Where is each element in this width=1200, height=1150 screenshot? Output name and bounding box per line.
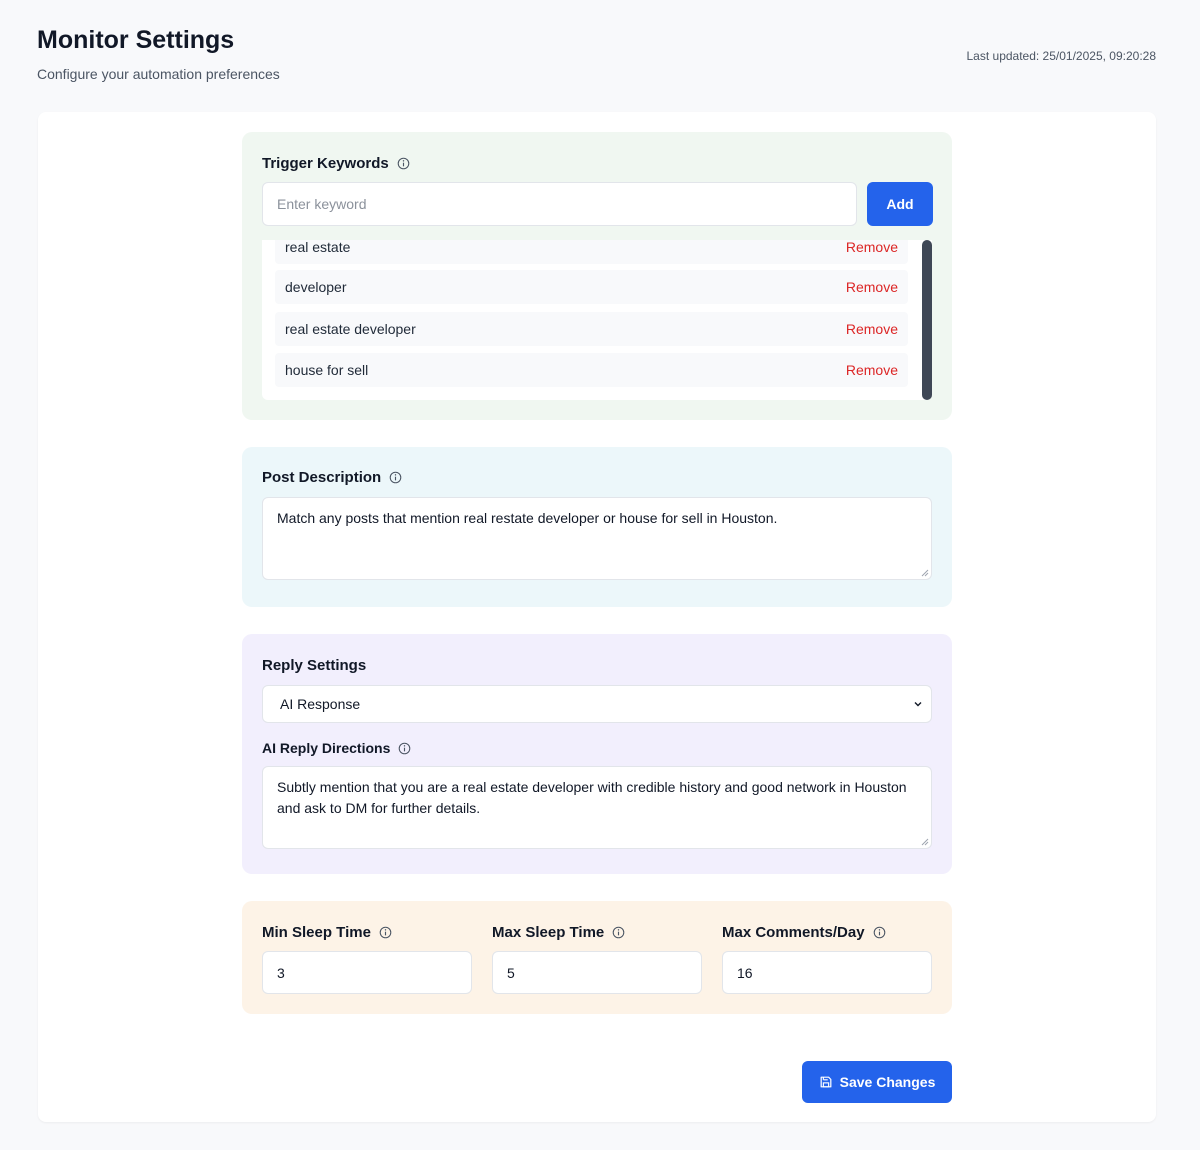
- save-changes-label: Save Changes: [839, 1074, 936, 1090]
- remove-keyword-button[interactable]: Remove: [846, 321, 898, 337]
- save-changes-button[interactable]: Save Changes: [802, 1061, 952, 1103]
- post-description-text: Match any posts that mention real restat…: [277, 510, 778, 526]
- remove-keyword-button[interactable]: Remove: [846, 279, 898, 295]
- info-icon[interactable]: [379, 926, 392, 939]
- save-icon: [820, 1076, 832, 1088]
- list-item: real estate Remove: [275, 240, 908, 264]
- info-icon[interactable]: [873, 926, 886, 939]
- min-sleep-heading: Min Sleep Time: [262, 924, 392, 941]
- reply-settings-label: Reply Settings: [262, 657, 367, 674]
- info-icon[interactable]: [612, 926, 625, 939]
- reply-settings-section: Reply Settings AI Response AI Reply Dire…: [242, 634, 952, 874]
- max-comments-label: Max Comments/Day: [722, 924, 865, 941]
- reply-settings-heading: Reply Settings: [262, 657, 366, 674]
- ai-reply-directions-label: AI Reply Directions: [262, 740, 391, 756]
- info-icon[interactable]: [397, 157, 410, 170]
- resize-handle-icon[interactable]: [921, 838, 929, 846]
- page-title: Monitor Settings: [37, 26, 235, 54]
- ai-reply-directions-textarea[interactable]: Subtly mention that you are a real estat…: [262, 766, 932, 849]
- list-item: developer Remove: [275, 270, 908, 304]
- post-description-heading: Post Description: [262, 469, 402, 486]
- list-item: house for sell Remove: [275, 353, 908, 387]
- page-subtitle: Configure your automation preferences: [37, 66, 280, 82]
- chevron-down-icon: [914, 702, 922, 707]
- last-updated-timestamp: Last updated: 25/01/2025, 09:20:28: [966, 49, 1157, 63]
- reply-type-selected: AI Response: [280, 696, 361, 712]
- keyword-list: real estate Remove developer Remove real…: [262, 240, 932, 400]
- trigger-keywords-heading: Trigger Keywords: [262, 155, 410, 172]
- ai-reply-directions-heading: AI Reply Directions: [262, 740, 411, 756]
- info-icon[interactable]: [398, 742, 411, 755]
- list-item: real estate developer Remove: [275, 312, 908, 346]
- trigger-keywords-section: Trigger Keywords Add real estate Remove …: [242, 132, 952, 420]
- keyword-text: developer: [285, 279, 347, 295]
- keyword-text: real estate developer: [285, 321, 416, 337]
- info-icon[interactable]: [389, 471, 402, 484]
- post-description-label: Post Description: [262, 469, 382, 486]
- max-sleep-heading: Max Sleep Time: [492, 924, 625, 941]
- resize-handle-icon[interactable]: [921, 569, 929, 577]
- remove-keyword-button[interactable]: Remove: [846, 240, 898, 255]
- max-comments-input[interactable]: [722, 951, 932, 994]
- reply-type-select[interactable]: AI Response: [262, 685, 932, 723]
- keyword-text: real estate: [285, 240, 351, 255]
- post-description-section: Post Description Match any posts that me…: [242, 447, 952, 607]
- max-sleep-label: Max Sleep Time: [492, 924, 605, 941]
- keyword-list-scrollbar[interactable]: [922, 240, 932, 400]
- remove-keyword-button[interactable]: Remove: [846, 362, 898, 378]
- min-sleep-input[interactable]: [262, 951, 472, 994]
- keyword-input[interactable]: [262, 182, 857, 226]
- max-sleep-input[interactable]: [492, 951, 702, 994]
- keyword-text: house for sell: [285, 362, 369, 378]
- trigger-keywords-label: Trigger Keywords: [262, 155, 389, 172]
- add-keyword-button[interactable]: Add: [867, 182, 933, 226]
- max-comments-heading: Max Comments/Day: [722, 924, 886, 941]
- ai-reply-directions-text: Subtly mention that you are a real estat…: [277, 779, 907, 816]
- post-description-textarea[interactable]: Match any posts that mention real restat…: [262, 497, 932, 580]
- settings-card: Trigger Keywords Add real estate Remove …: [38, 112, 1156, 1122]
- limits-section: Min Sleep Time Max Sleep Time Max Commen…: [242, 901, 952, 1014]
- min-sleep-label: Min Sleep Time: [262, 924, 371, 941]
